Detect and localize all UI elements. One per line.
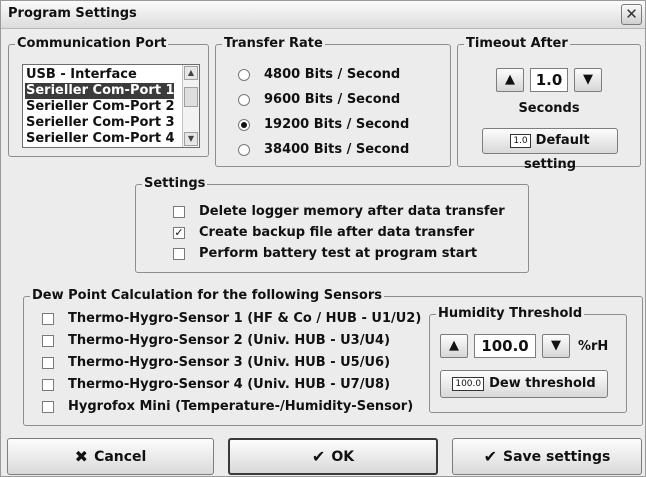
sensor-label: Hygrofox Mini (Temperature-/Humidity-Sen…	[68, 399, 414, 414]
title-bar: Program Settings ✕	[1, 1, 645, 29]
humidity-threshold-legend: Humidity Threshold	[436, 306, 585, 321]
option-label: Delete logger memory after data transfer	[199, 204, 505, 219]
list-item-selected[interactable]: Serieller Com-Port 1	[25, 83, 175, 99]
radio-button[interactable]	[238, 94, 250, 106]
humidity-unit: %rH	[578, 339, 609, 354]
timeout-legend: Timeout After	[464, 36, 570, 51]
cancel-icon: ✖	[74, 447, 89, 466]
radio-label: 38400 Bits / Second	[264, 142, 410, 157]
ok-button[interactable]: ✔ OK	[228, 438, 438, 475]
sensor-label: Thermo-Hygro-Sensor 4 (Univ. HUB - U7/U8…	[68, 377, 391, 392]
scroll-thumb[interactable]	[184, 87, 198, 107]
list-item[interactable]: Serieller Com-Port 2	[25, 99, 175, 115]
checkbox[interactable]	[173, 248, 185, 260]
humidity-value[interactable]: 100.0	[474, 334, 536, 358]
dew-point-group: Dew Point Calculation for the following …	[23, 288, 643, 426]
timeout-value[interactable]: 1.0	[530, 68, 568, 92]
scroll-down-icon[interactable]: ▼	[184, 132, 198, 146]
timeout-unit: Seconds	[518, 101, 580, 116]
settings-legend: Settings	[142, 176, 208, 191]
checkbox[interactable]	[42, 335, 54, 347]
checkbox[interactable]	[42, 313, 54, 325]
com-port-listbox[interactable]: USB - Interface Serieller Com-Port 1 Ser…	[22, 64, 200, 148]
save-settings-button[interactable]: ✔ Save settings	[452, 438, 642, 475]
default-badge: 1.0	[510, 134, 531, 148]
communication-port-group: Communication Port USB - Interface Serie…	[8, 36, 209, 157]
radio-button-selected[interactable]	[238, 119, 250, 131]
checkbox[interactable]	[42, 357, 54, 369]
window-title: Program Settings	[8, 6, 137, 21]
timeout-group: Timeout After ▲ 1.0 ▼ Seconds 1.0 Default…	[457, 36, 641, 172]
ok-label: OK	[331, 449, 355, 465]
checkbox[interactable]	[42, 401, 54, 413]
cancel-button[interactable]: ✖ Cancel	[7, 438, 214, 475]
communication-port-legend: Communication Port	[15, 36, 169, 51]
program-settings-dialog: Program Settings ✕ Communication Port US…	[0, 0, 646, 477]
option-label: Create backup file after data transfer	[199, 225, 475, 240]
default-setting-button[interactable]: 1.0 Default setting	[482, 128, 618, 172]
dew-point-legend: Dew Point Calculation for the following …	[30, 288, 384, 303]
sensor-label: Thermo-Hygro-Sensor 1 (HF & Co / HUB - U…	[68, 311, 422, 326]
checkmark-icon: ✔	[483, 447, 498, 466]
list-item[interactable]: USB - Interface	[25, 67, 137, 83]
humidity-threshold-group: Humidity Threshold ▲ 100.0 ▼ %rH 100.0 De…	[429, 306, 627, 413]
dew-threshold-button[interactable]: 100.0 Dew threshold	[440, 370, 608, 398]
humidity-up-icon[interactable]: ▲	[440, 334, 468, 358]
checkmark-icon: ✔	[311, 447, 326, 466]
cancel-label: Cancel	[94, 449, 147, 465]
radio-button[interactable]	[238, 144, 250, 156]
list-item[interactable]: Serieller Com-Port 3	[25, 115, 175, 131]
option-label: Perform battery test at program start	[199, 246, 478, 261]
radio-label: 4800 Bits / Second	[264, 67, 401, 82]
checkbox[interactable]	[42, 379, 54, 391]
checkbox-checked[interactable]: ✓	[173, 227, 185, 239]
humidity-down-icon[interactable]: ▼	[542, 334, 570, 358]
dew-threshold-badge: 100.0	[452, 377, 485, 391]
default-setting-label: Default setting	[524, 133, 590, 172]
list-item[interactable]: Serieller Com-Port 4	[25, 131, 175, 147]
timeout-up-icon[interactable]: ▲	[496, 68, 524, 92]
radio-label: 19200 Bits / Second	[264, 117, 410, 132]
dew-threshold-label: Dew threshold	[489, 376, 596, 391]
scroll-up-icon[interactable]: ▲	[184, 66, 198, 80]
save-settings-label: Save settings	[503, 449, 611, 465]
settings-group: Settings Delete logger memory after data…	[135, 176, 529, 273]
radio-label: 9600 Bits / Second	[264, 92, 401, 107]
sensor-label: Thermo-Hygro-Sensor 3 (Univ. HUB - U5/U6…	[68, 355, 391, 370]
close-button[interactable]: ✕	[621, 4, 642, 25]
listbox-scrollbar[interactable]: ▲ ▼	[182, 65, 199, 147]
timeout-down-icon[interactable]: ▼	[574, 68, 602, 92]
transfer-rate-legend: Transfer Rate	[222, 36, 325, 51]
radio-button[interactable]	[238, 69, 250, 81]
sensor-label: Thermo-Hygro-Sensor 2 (Univ. HUB - U3/U4…	[68, 333, 391, 348]
transfer-rate-group: Transfer Rate 4800 Bits / Second 9600 Bi…	[215, 36, 451, 167]
checkbox[interactable]	[173, 206, 185, 218]
